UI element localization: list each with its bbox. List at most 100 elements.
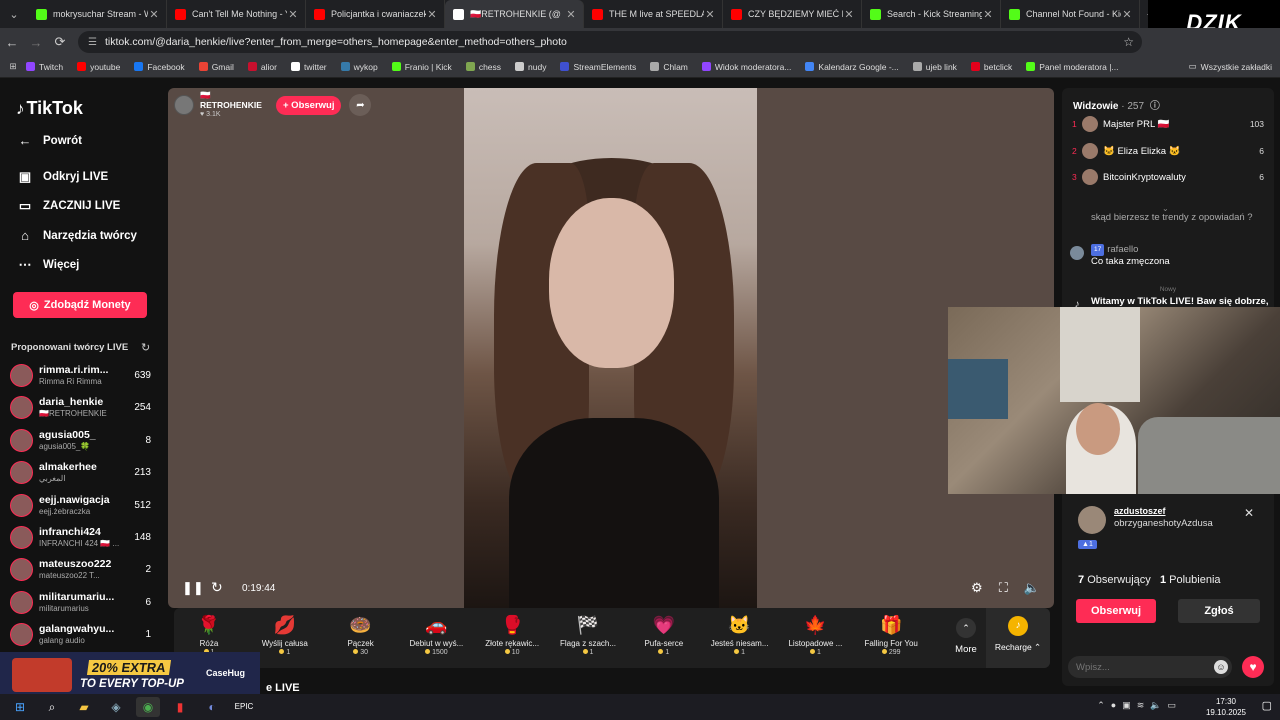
all-bookmarks-folder[interactable]: ▭ Wszystkie zakładki (1189, 61, 1272, 72)
suggested-creator[interactable]: daria_henkie 🇵🇱RETROHENKIE 254 (10, 394, 155, 424)
back-button[interactable]: ← (0, 35, 24, 50)
gift-item[interactable]: 🍁 Listopadowe ... 1 (780, 614, 850, 656)
gift-item[interactable]: 🐱 Jesteś niesam... 1 (705, 614, 775, 656)
follow-host-button[interactable]: + Obserwuj (276, 95, 342, 115)
bookmark-item[interactable]: betclick (970, 62, 1012, 72)
more-gifts-button[interactable]: ⌃ More (946, 618, 986, 655)
sidebar-item-5[interactable]: ⋯ Więcej (16, 257, 80, 273)
bookmark-item[interactable]: nudy (515, 62, 546, 72)
bookmark-star-icon[interactable]: ☆ (1123, 35, 1134, 49)
sidebar-item-3[interactable]: ▭ ZACZNIJ LIVE (16, 198, 120, 214)
reload-icon[interactable]: ⟳ (48, 34, 72, 50)
site-info-icon[interactable]: ☰ (88, 37, 97, 48)
bookmark-item[interactable]: chess (465, 62, 501, 72)
bookmark-item[interactable]: Gmail (198, 62, 234, 72)
top-viewer-row[interactable]: 3 BitcoinKryptowaluty 6 (1072, 169, 1268, 189)
chrome-icon[interactable]: ◉ (136, 697, 160, 717)
browser-tab[interactable]: Search - Kick Streaming ✕ (862, 0, 1001, 28)
suggested-creator[interactable]: militarumariu... militarumarius 6 (10, 589, 155, 619)
chat-input[interactable] (1068, 656, 1232, 678)
browser-tab[interactable]: 🇵🇱RETROHENKIE (@ ✕ (445, 0, 584, 28)
replay-icon[interactable]: ↻ (211, 579, 223, 596)
volume-icon[interactable]: 🔈 (1150, 700, 1161, 711)
gift-item[interactable]: 💗 Pufa-serce 1 (629, 614, 699, 656)
close-tab-icon[interactable]: ✕ (148, 8, 160, 21)
suggested-creator[interactable]: mateuszoo222 mateuszoo22 T... 2 (10, 556, 155, 586)
suggested-creator[interactable]: galangwahyu... galang audio 1 (10, 621, 155, 651)
epic-games-icon[interactable]: EPIC (232, 697, 256, 717)
viewers-header[interactable]: Widzowie · 257 ⓘ (1073, 97, 1160, 112)
wifi-icon[interactable]: ≋ (1137, 700, 1145, 711)
bookmark-item[interactable]: Widok moderatora... (701, 62, 791, 72)
gift-item[interactable]: 🎁 Falling For You 299 (856, 614, 926, 656)
notification-icon[interactable]: ▢ (1262, 699, 1272, 712)
recharge-button[interactable]: ♪ Recharge ⌃ (986, 608, 1050, 668)
browser-tab[interactable]: CZY BĘDZIEMY MIEĆ DZIE✕ (723, 0, 862, 28)
sidebar-item-2[interactable]: ▣ Odkryj LIVE (16, 169, 108, 185)
gift-item[interactable]: 🏁 Flaga z szach... 1 (553, 614, 623, 656)
bookmark-item[interactable]: Panel moderatora |... (1026, 62, 1119, 72)
browser-tab[interactable]: Policjantka i cwaniaczek - ✕ (306, 0, 445, 28)
close-tab-icon[interactable]: ✕ (704, 8, 716, 21)
browser-tab[interactable]: mokrysuchar Stream - Wa ✕ (28, 0, 167, 28)
heart-icon[interactable]: ♥ (1242, 656, 1264, 678)
get-coins-button[interactable]: ◎ Zdobądź Monety (13, 292, 147, 318)
windows-start-icon[interactable]: ⊞ (8, 697, 32, 717)
gift-item[interactable]: 🍩 Pączek 30 (326, 614, 396, 656)
browser-tab[interactable]: THE M live at SPEEDLAND✕ (584, 0, 723, 28)
bookmark-item[interactable]: youtube (77, 62, 120, 72)
app-red-icon[interactable]: ▮ (168, 697, 192, 717)
casehug-ad-banner[interactable]: 20% EXTRA TO EVERY TOP-UP CaseHug (0, 652, 260, 698)
apps-grid-icon[interactable]: ⊞ (0, 61, 26, 72)
host-name-block[interactable]: 🇵🇱RETROHENKIE ♥ 3.1K (200, 90, 270, 120)
bookmark-item[interactable]: ujeb link (912, 62, 957, 72)
chat-avatar[interactable] (1070, 246, 1084, 260)
sidebar-item-4[interactable]: ⌂ Narzędzia twórcy (16, 228, 137, 243)
top-viewer-row[interactable]: 1 Majster PRL 🇵🇱 103 (1072, 116, 1268, 136)
live-video[interactable] (464, 88, 757, 608)
live-player[interactable]: 🇵🇱RETROHENKIE ♥ 3.1K + Obserwuj ➦ ❚❚ ↻ 0… (168, 88, 1054, 608)
chevron-up-icon[interactable]: ⌃ (1097, 700, 1105, 711)
battery-icon[interactable]: ▭ (1167, 700, 1176, 711)
bookmark-item[interactable]: Chlam (650, 62, 688, 72)
app-icon[interactable]: ◈ (104, 697, 128, 717)
report-button[interactable]: Zgłoś (1178, 599, 1260, 623)
tray-app-icon[interactable]: ▣ (1122, 700, 1131, 711)
host-avatar[interactable] (174, 95, 194, 115)
discord-icon[interactable]: ◐ (200, 697, 224, 717)
close-tab-icon[interactable]: ✕ (287, 8, 299, 21)
address-bar[interactable]: ☰ tiktok.com/@daria_henkie/live?enter_fr… (78, 31, 1142, 53)
top-viewer-row[interactable]: 2 🐱 Eliza Elizka 🐱 6 (1072, 142, 1268, 163)
close-tab-icon[interactable]: ✕ (1121, 8, 1133, 21)
suggested-creator[interactable]: infranchi424 INFRANCHI 424 🇵🇱 ... 148 (10, 524, 155, 554)
tab-search-button[interactable]: ⌄ (0, 0, 28, 28)
file-explorer-icon[interactable]: ▰ (72, 697, 96, 717)
refresh-icon[interactable]: ↻ (141, 341, 150, 354)
bookmark-item[interactable]: Twitch (26, 62, 63, 72)
forward-button[interactable]: → (24, 35, 48, 50)
follow-user-button[interactable]: Obserwuj (1076, 599, 1156, 623)
suggested-creator[interactable]: rimma.ri.rim... Rimma Ri Rimma 639 (10, 362, 155, 392)
info-icon[interactable]: ⓘ (1150, 101, 1160, 112)
close-tab-icon[interactable]: ✕ (565, 8, 577, 21)
bookmark-item[interactable]: twitter (290, 62, 327, 72)
suggested-creator[interactable]: agusia005_ agusia005_🍀 8 (10, 427, 155, 457)
taskbar-clock[interactable]: 17:30 19.10.2025 (1206, 696, 1246, 718)
tiktok-logo[interactable]: ♪ TikTok (16, 98, 83, 119)
browser-tab[interactable]: Can't Tell Me Nothing - Y ✕ (167, 0, 306, 28)
chat-username[interactable]: rafaello (1107, 244, 1138, 255)
emoji-icon[interactable]: ☺ (1214, 660, 1228, 674)
fullscreen-icon[interactable]: ⛶ (999, 580, 1008, 596)
settings-gear-icon[interactable]: ⚙ (971, 580, 983, 596)
profile-username[interactable]: azdustoszef (1114, 506, 1166, 516)
gift-item[interactable]: 🥊 Złote rękawic... 10 (477, 614, 547, 656)
bookmark-item[interactable]: wykop (340, 62, 378, 72)
suggested-creator[interactable]: eejj.nawigacja eejj.żebraczka 512 (10, 492, 155, 522)
search-icon[interactable]: ⌕ (40, 697, 64, 717)
bookmark-item[interactable]: Franio | Kick (391, 62, 452, 72)
close-tab-icon[interactable]: ✕ (426, 8, 438, 21)
suggested-creator[interactable]: almakerhee المغربي 213 (10, 459, 155, 489)
gift-item[interactable]: 🌹Róża1 (174, 614, 244, 656)
pause-icon[interactable]: ❚❚ (182, 580, 204, 596)
sidebar-item-1[interactable]: ← Powrót (16, 133, 82, 148)
